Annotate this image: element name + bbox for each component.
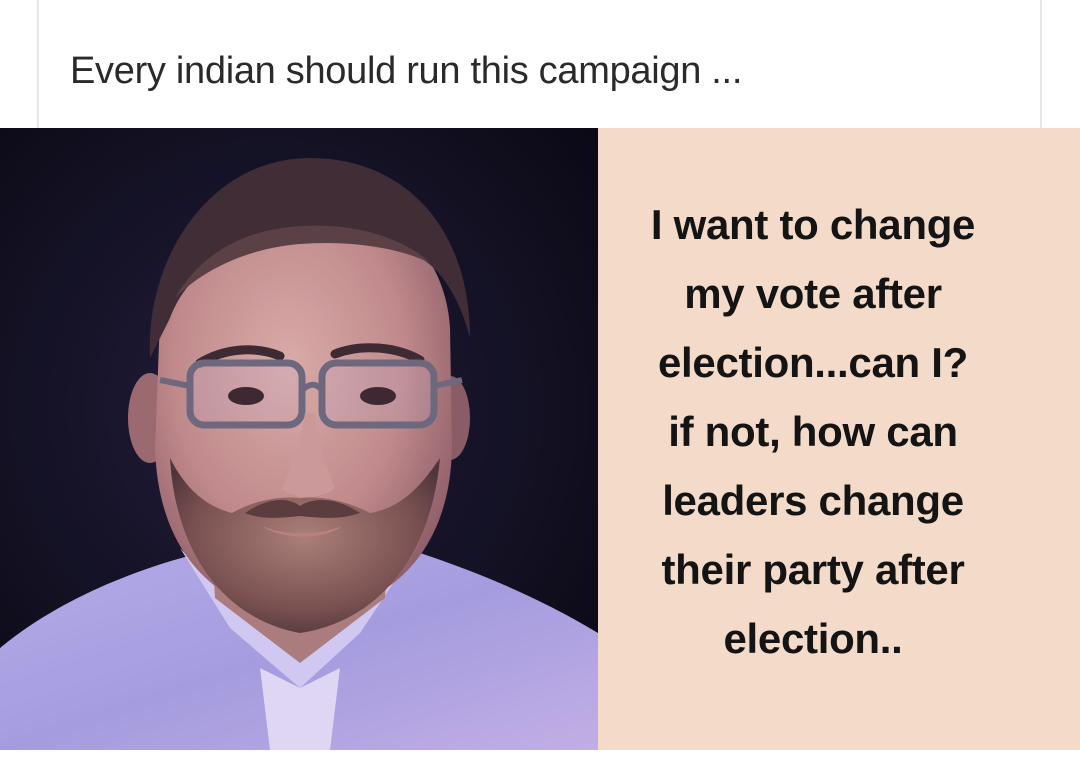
portrait-illustration (0, 128, 598, 750)
left-divider (37, 0, 39, 128)
bottom-border (0, 750, 1080, 764)
quote-line: election.. (723, 615, 903, 662)
quote-line: election...can I? (658, 339, 968, 386)
quote-line: leaders change (662, 477, 964, 524)
quote-line: I want to change (650, 201, 976, 248)
quote-line: my vote after (684, 270, 942, 317)
post-caption: Every indian should run this campaign ..… (70, 50, 743, 92)
quote-panel: I want to change my vote after election.… (598, 128, 1080, 750)
portrait-photo (0, 128, 598, 750)
post-header: Every indian should run this campaign ..… (0, 0, 1080, 129)
meme-image[interactable]: I want to change my vote after election.… (0, 128, 1080, 750)
quote-line: if not, how can (668, 408, 958, 455)
screenshot: Every indian should run this campaign ..… (0, 0, 1080, 764)
quote-line: their party after (661, 546, 965, 593)
quote-text: I want to change my vote after election.… (598, 190, 1028, 673)
right-divider (1040, 0, 1042, 128)
